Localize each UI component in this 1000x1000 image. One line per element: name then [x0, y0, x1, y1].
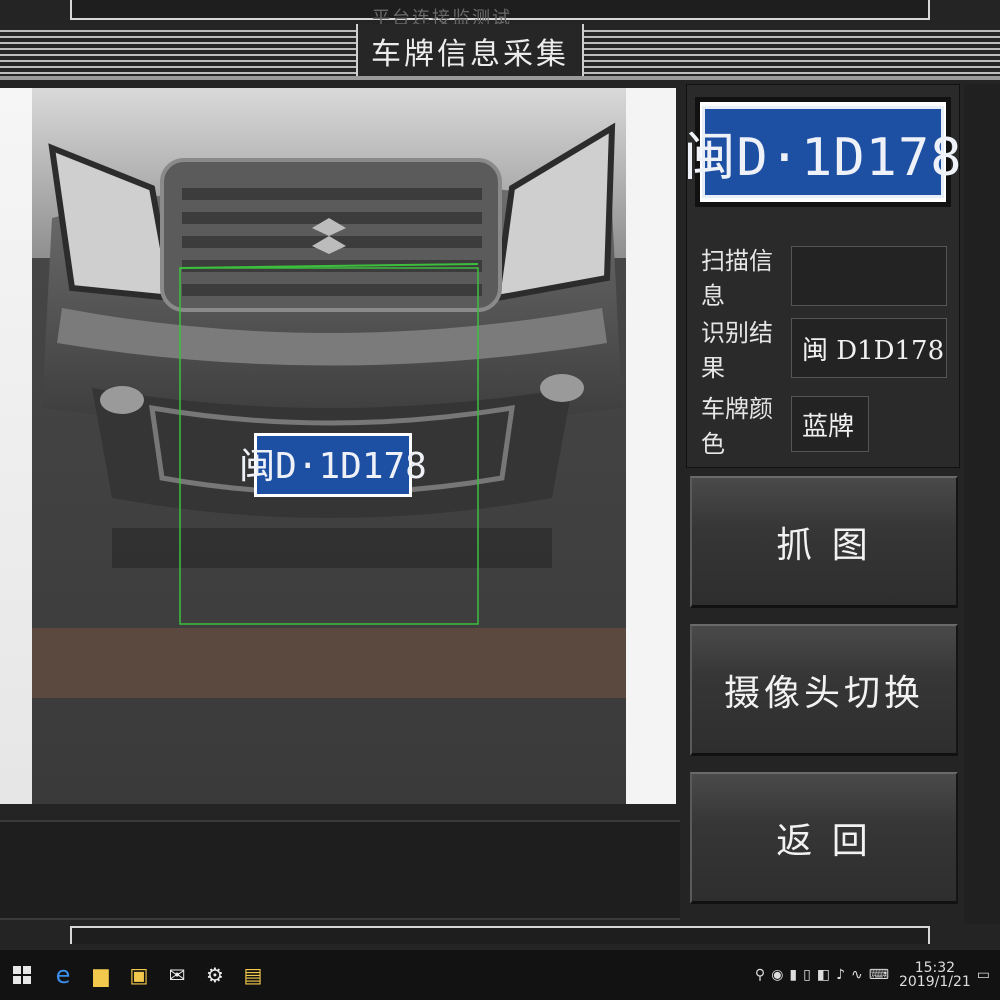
title-box: 车牌信息采集 [356, 24, 584, 78]
title-stripes-left [0, 30, 356, 74]
camera-frame: 闽D·1D178 [0, 88, 676, 804]
battery-icon[interactable]: ▮ [789, 967, 797, 983]
clock-date: 2019/1/21 [898, 974, 971, 990]
title-stripes-right [584, 30, 1000, 74]
plate-crop-text: 闽D·1D178 [683, 106, 962, 198]
recognition-result-field: 闽 D1D178 [791, 318, 947, 378]
plate-color-label: 车牌颜色 [701, 395, 773, 458]
back-button[interactable]: 返 回 [690, 772, 958, 904]
recognition-row: 识别结果 闽 D1D178 [701, 313, 947, 383]
person-icon[interactable]: ⚲ [755, 967, 765, 983]
mail-icon[interactable]: ✉ [158, 950, 196, 1000]
start-menu-icon[interactable] [0, 950, 44, 1000]
clock-time: 15:32 [914, 960, 956, 976]
switch-camera-button[interactable]: 摄像头切换 [690, 624, 958, 756]
store-icon[interactable]: ▣ [120, 950, 158, 1000]
plate-capture-window: 平台连接监测试 车牌信息采集 闽D·1D178 闽D·1D178 扫描信息 识别… [0, 0, 1000, 1000]
window-title: 车牌信息采集 [371, 37, 569, 72]
camera-preview[interactable]: 闽D·1D178 [32, 88, 626, 804]
tablet-icon[interactable]: ▯ [803, 967, 811, 983]
scan-info-label: 扫描信息 [701, 247, 773, 310]
shield-icon[interactable]: ◉ [771, 967, 783, 983]
capture-button[interactable]: 抓 图 [690, 476, 958, 608]
edge-browser-icon[interactable]: e [44, 950, 82, 1000]
volume-icon[interactable]: ♪ [836, 967, 845, 983]
notification-icon[interactable]: ▭ [977, 967, 990, 983]
plate-crop-display: 闽D·1D178 [683, 97, 962, 207]
running-app-icon[interactable]: ▤ [234, 950, 272, 1000]
right-frame [964, 84, 1000, 924]
scan-info-field [791, 246, 947, 306]
top-frame: 平台连接监测试 [70, 0, 930, 29]
app-icon[interactable]: ⚙ [196, 950, 234, 1000]
input-method-icon[interactable]: ∿ [851, 967, 863, 983]
log-panel [0, 820, 680, 920]
scan-info-row: 扫描信息 [701, 241, 947, 311]
result-panel: 闽D·1D178 扫描信息 识别结果 闽 D1D178 车牌颜色 蓝牌 [683, 84, 962, 468]
file-explorer-icon[interactable]: ▆ [82, 950, 120, 1000]
system-clock[interactable]: 15:32 2019/1/21 [899, 961, 971, 989]
language-icon[interactable]: ⌨ [869, 967, 889, 983]
plate-color-field: 蓝牌 [791, 396, 869, 452]
network-icon[interactable]: ◧ [817, 967, 830, 983]
system-tray: ⚲ ◉ ▮ ▯ ◧ ♪ ∿ ⌨ 15:32 2019/1/21 ▭ [755, 950, 1000, 1000]
camera-plate-text: 闽D·1D178 [239, 446, 427, 487]
plate-color-row: 车牌颜色 蓝牌 [701, 389, 869, 459]
bottom-frame [70, 926, 930, 944]
recognition-label: 识别结果 [701, 319, 773, 382]
camera-frame-margin [0, 88, 32, 804]
title-divider [0, 76, 1000, 80]
camera-image: 闽D·1D178 [32, 88, 626, 804]
taskbar: e ▆ ▣ ✉ ⚙ ▤ ⚲ ◉ ▮ ▯ ◧ ♪ ∿ ⌨ 15:32 2019/1… [0, 950, 1000, 1000]
